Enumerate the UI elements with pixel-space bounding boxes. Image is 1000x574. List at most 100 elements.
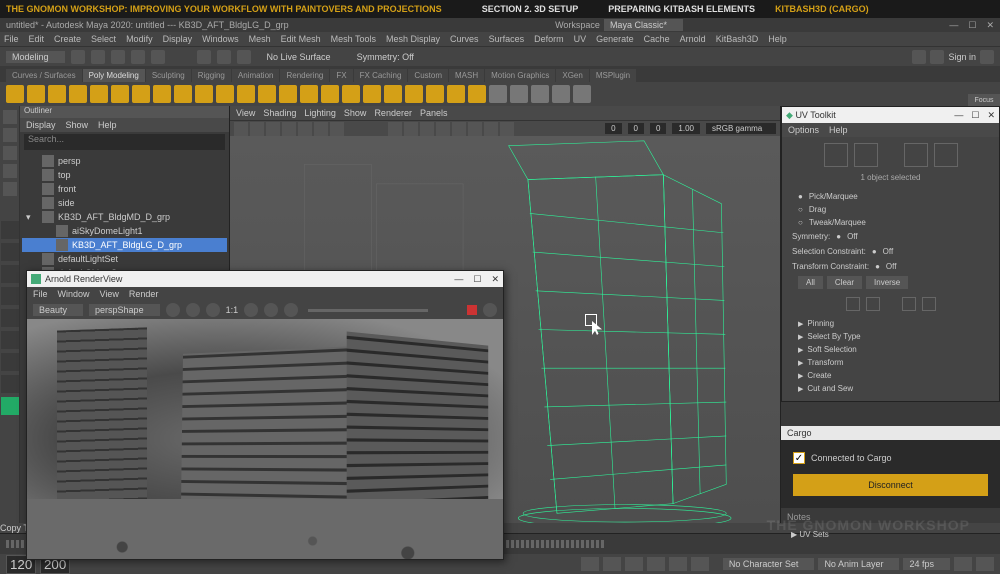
menu-surfaces[interactable]: Surfaces: [489, 34, 525, 44]
shelf-tab[interactable]: Curves / Surfaces: [6, 69, 82, 82]
shelf-tab[interactable]: Rendering: [280, 69, 329, 82]
shelf-icon[interactable]: [174, 85, 192, 103]
isolate-icon[interactable]: [264, 303, 278, 317]
menu-create[interactable]: Create: [54, 34, 81, 44]
tool-icon[interactable]: [111, 50, 125, 64]
outliner-item[interactable]: persp: [22, 154, 227, 168]
shrink-icon[interactable]: [866, 297, 880, 311]
move-tool-icon[interactable]: [3, 146, 17, 160]
grow-icon[interactable]: [846, 297, 860, 311]
layout-icon[interactable]: [1, 243, 19, 261]
shelf-icon[interactable]: [258, 85, 276, 103]
viewport-tool-icon[interactable]: [314, 122, 328, 136]
uv-cube-icon[interactable]: [854, 143, 878, 167]
res-z[interactable]: 0: [650, 123, 666, 134]
menu-windows[interactable]: Windows: [202, 34, 239, 44]
tool-icon[interactable]: [151, 50, 165, 64]
shelf-tab[interactable]: MSPlugin: [590, 69, 636, 82]
viewport-tool-icon[interactable]: [234, 122, 248, 136]
res-x[interactable]: 0: [605, 123, 621, 134]
end-icon[interactable]: [691, 557, 709, 571]
exposure-slider[interactable]: [308, 309, 428, 312]
shelf-tab[interactable]: Rigging: [192, 69, 231, 82]
ratio-label[interactable]: 1:1: [226, 305, 239, 315]
menu-edit-mesh[interactable]: Edit Mesh: [281, 34, 321, 44]
layout-icon[interactable]: [1, 353, 19, 371]
step-back-icon[interactable]: [603, 557, 621, 571]
viewport-menu-item[interactable]: Show: [344, 108, 367, 118]
shelf-icon[interactable]: [132, 85, 150, 103]
viewport-tool-icon[interactable]: [388, 122, 402, 136]
shelf-icon[interactable]: [342, 85, 360, 103]
arnold-menu-item[interactable]: View: [100, 289, 119, 299]
maximize-icon[interactable]: ☐: [473, 274, 481, 285]
shelf-icon[interactable]: [300, 85, 318, 103]
viewport-menu-item[interactable]: Renderer: [374, 108, 412, 118]
tool-icon[interactable]: [237, 50, 251, 64]
pick-mode[interactable]: Pick/Marquee: [809, 192, 858, 201]
outliner-menu-item[interactable]: Display: [26, 120, 56, 130]
viewport-tool-icon[interactable]: [500, 122, 514, 136]
viewport-menu-item[interactable]: View: [236, 108, 255, 118]
layout-icon[interactable]: [1, 287, 19, 305]
lasso-tool-icon[interactable]: [3, 128, 17, 142]
no-live-surface[interactable]: No Live Surface: [267, 52, 331, 62]
prefs-icon[interactable]: [976, 557, 994, 571]
uv-section[interactable]: Select By Type: [788, 330, 993, 343]
menu-cache[interactable]: Cache: [644, 34, 670, 44]
arnold-menu-item[interactable]: Window: [58, 289, 90, 299]
close-icon[interactable]: ✕: [986, 20, 994, 31]
render-output[interactable]: [27, 319, 503, 559]
viewport-tool-icon[interactable]: [420, 122, 434, 136]
animlayer-dropdown[interactable]: No Anim Layer: [818, 558, 899, 570]
refresh-icon[interactable]: [206, 303, 220, 317]
select-tool-icon[interactable]: [3, 110, 17, 124]
fps-dropdown[interactable]: 24 fps: [903, 558, 950, 570]
shelf-icon[interactable]: [384, 85, 402, 103]
inverse-button[interactable]: Inverse: [866, 276, 908, 289]
shelf-icon[interactable]: [405, 85, 423, 103]
minimize-icon[interactable]: —: [954, 110, 963, 121]
scale-tool-icon[interactable]: [3, 182, 17, 196]
outliner-item[interactable]: front: [22, 182, 227, 196]
uv-section[interactable]: Transform: [788, 356, 993, 369]
outliner-menu-item[interactable]: Help: [98, 120, 117, 130]
shelf-icon[interactable]: [90, 85, 108, 103]
outliner-menu-item[interactable]: Show: [66, 120, 89, 130]
play-forward-icon[interactable]: [647, 557, 665, 571]
workspace-dropdown[interactable]: Maya Classic*: [604, 19, 683, 31]
layout-icon[interactable]: [1, 265, 19, 283]
stop-icon[interactable]: [186, 303, 200, 317]
signin-button[interactable]: Sign in: [948, 52, 976, 62]
maximize-icon[interactable]: ☐: [968, 20, 976, 31]
charset-dropdown[interactable]: No Character Set: [723, 558, 815, 570]
tool-icon[interactable]: [197, 50, 211, 64]
tool-icon[interactable]: [71, 50, 85, 64]
uv-toolkit-titlebar[interactable]: ◆ UV Toolkit — ☐ ✕: [782, 107, 999, 123]
menu-generate[interactable]: Generate: [596, 34, 634, 44]
symmetry-value[interactable]: Off: [847, 232, 858, 241]
shelf-tab[interactable]: Sculpting: [146, 69, 191, 82]
flood-icon[interactable]: [902, 297, 916, 311]
close-icon[interactable]: ✕: [491, 274, 499, 285]
viewport-tool-icon[interactable]: [404, 122, 418, 136]
viewport-tool-icon[interactable]: [330, 122, 344, 136]
render-icon[interactable]: [166, 303, 180, 317]
layout-icon[interactable]: [1, 375, 19, 393]
all-button[interactable]: All: [798, 276, 823, 289]
viewport-tool-icon[interactable]: [436, 122, 450, 136]
minimize-icon[interactable]: —: [949, 20, 958, 31]
viewport-tool-icon[interactable]: [452, 122, 466, 136]
shelf-tab[interactable]: MASH: [449, 69, 484, 82]
res-y[interactable]: 0: [628, 123, 644, 134]
menu-kitbash3d[interactable]: KitBash3D: [716, 34, 759, 44]
tool-icon[interactable]: [930, 50, 944, 64]
menu-deform[interactable]: Deform: [534, 34, 564, 44]
viewport-menu-item[interactable]: Lighting: [304, 108, 336, 118]
shelf-tab[interactable]: FX: [330, 69, 352, 82]
menu-modify[interactable]: Modify: [126, 34, 153, 44]
fov-input[interactable]: 1.00: [672, 123, 700, 134]
shelf-icon[interactable]: [48, 85, 66, 103]
maximize-icon[interactable]: ☐: [971, 110, 979, 121]
symmetry-toggle[interactable]: Symmetry: Off: [357, 52, 414, 62]
